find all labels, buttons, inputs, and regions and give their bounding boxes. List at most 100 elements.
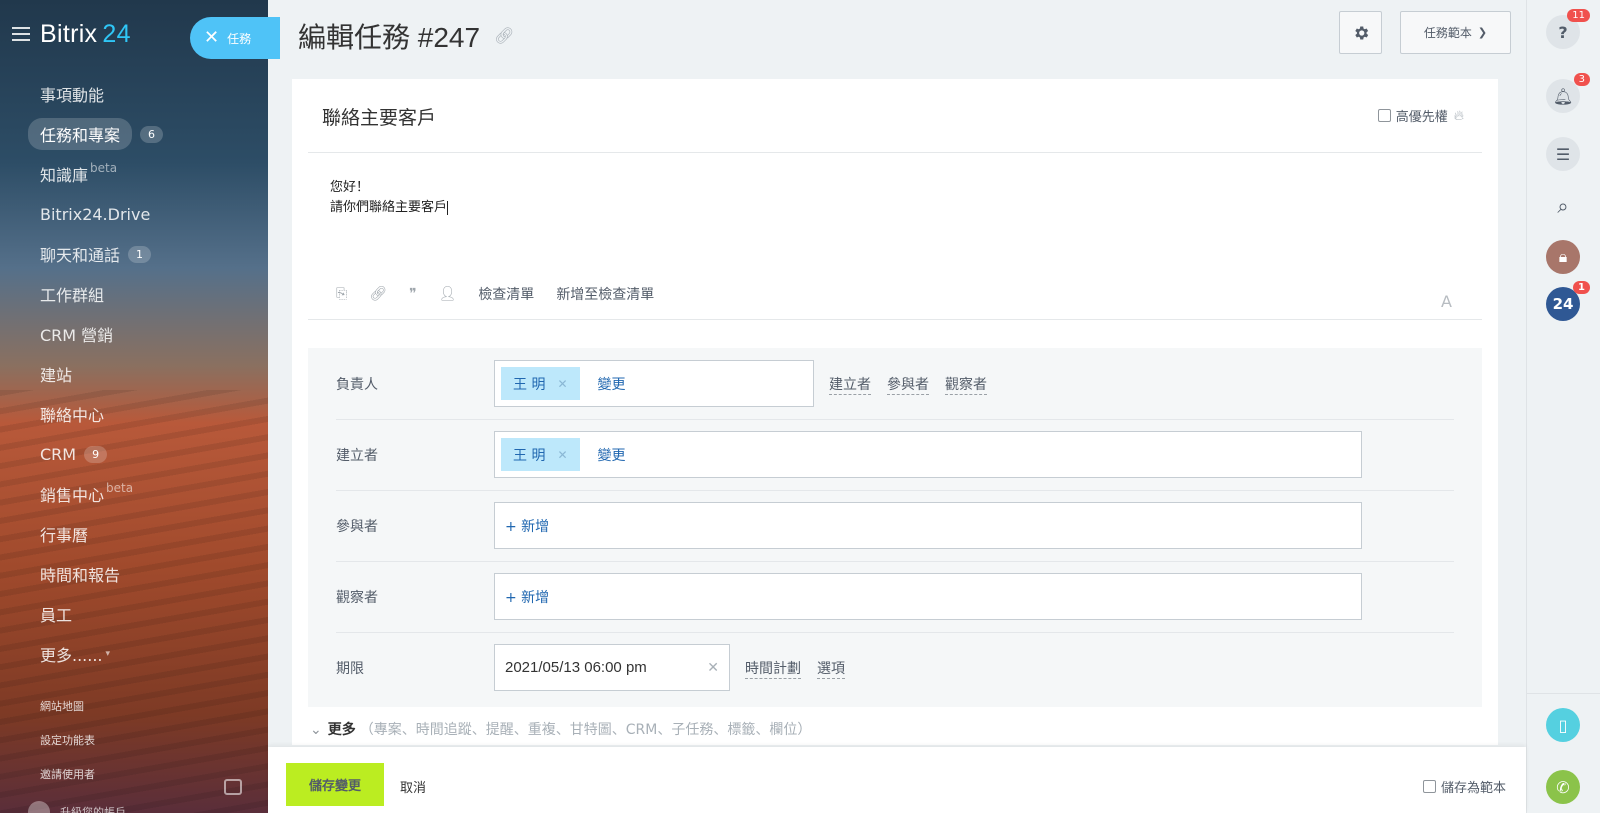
more-fields-toggle[interactable]: ⌄ 更多 （專案、時間追蹤、提醒、重複、甘特圖、CRM、子任務、標籤、欄位） (310, 719, 811, 739)
phone-icon: ✆ (1556, 777, 1570, 797)
printer-icon[interactable] (224, 779, 242, 795)
user-chip: 王 明 ✕ (501, 438, 580, 471)
sidebar-item-drive[interactable]: Bitrix24.Drive (28, 194, 258, 234)
save-as-template-checkbox[interactable] (1422, 780, 1436, 793)
link-icon[interactable]: 🔗︎ (369, 286, 387, 302)
task-template-dropdown[interactable]: 任務範本 ❯ (1400, 11, 1511, 54)
lock-icon: 🔒︎ (1558, 247, 1568, 266)
add-observer-link[interactable]: + 新增 (505, 587, 549, 607)
creator-selector[interactable]: 王 明 ✕ 變更 (494, 431, 1362, 478)
bitrix24-button[interactable]: 24 1 (1546, 281, 1590, 321)
chevron-down-icon: ⌄ (310, 722, 322, 738)
creator-label: 建立者 (336, 448, 378, 464)
phone-button[interactable]: ✆ (1546, 770, 1580, 804)
remove-user-icon[interactable]: ✕ (557, 448, 567, 462)
participants-selector[interactable]: + 新增 (494, 502, 1362, 549)
counter-badge: 9 (84, 445, 108, 463)
counter-badge: 6 (140, 125, 164, 143)
description-line: 您好！ (330, 180, 370, 195)
toolbar-divider (308, 319, 1482, 320)
upgrade-account[interactable]: 升級您的帳戶 (28, 801, 126, 813)
lock-button[interactable]: 🔒︎ (1546, 240, 1580, 274)
notifications-button[interactable]: 🔔︎ 3 (1546, 73, 1590, 113)
remove-user-icon[interactable]: ✕ (557, 377, 567, 391)
sidebar-item-knowledge-base[interactable]: 知識庫 beta (28, 154, 258, 194)
config-menu-link[interactable]: 設定功能表 (40, 732, 95, 748)
logo-row: Bitrix 24 (12, 16, 131, 52)
field-row-creator: 建立者 王 明 ✕ 變更 (336, 419, 1454, 491)
sidebar-item-contact-center[interactable]: 聯絡中心 (28, 394, 258, 434)
time-planning-link[interactable]: 時間計劃 (745, 658, 801, 679)
sidebar-item-workgroups[interactable]: 工作群組 (28, 274, 258, 314)
responsible-selector[interactable]: 王 明 ✕ 變更 (494, 360, 814, 407)
bell-icon: 🔔︎ (1552, 86, 1574, 106)
sidebar-item-crm[interactable]: CRM 9 (28, 434, 258, 474)
gear-icon (1354, 25, 1368, 40)
sidebar-item-tasks-projects[interactable]: 任務和專案 6 (28, 114, 258, 154)
show-creator-link[interactable]: 建立者 (829, 374, 871, 395)
cloud-docs-button[interactable]: ▯ (1546, 708, 1580, 742)
bitrix24-badge: 1 (1573, 281, 1590, 294)
user-chip: 王 明 ✕ (501, 367, 580, 400)
sidebar-item-time-reports[interactable]: 時間和報告 (28, 554, 258, 594)
action-footer: 儲存變更 取消 儲存為範本 (268, 747, 1526, 813)
search-icon: ⌕ (1557, 194, 1569, 218)
field-row-participants: 參與者 + 新增 (336, 490, 1454, 562)
help-button[interactable]: ? 11 (1546, 9, 1590, 49)
chat-icon: ☰ (1555, 144, 1571, 164)
change-responsible-link[interactable]: 變更 (598, 374, 626, 394)
sitemap-link[interactable]: 網站地圖 (40, 698, 84, 714)
priority-checkbox[interactable] (1377, 109, 1391, 122)
text-caret (447, 200, 449, 215)
cancel-link[interactable]: 取消 (400, 777, 426, 796)
sidebar-item-sales-center[interactable]: 銷售中心 beta (28, 474, 258, 514)
sidebar-item-crm-marketing[interactable]: CRM 營銷 (28, 314, 258, 354)
responsible-label: 負責人 (336, 377, 378, 393)
bitrix24-icon: 24 (1552, 295, 1574, 313)
save-changes-button[interactable]: 儲存變更 (286, 763, 384, 806)
change-creator-link[interactable]: 變更 (598, 445, 626, 465)
attach-file-icon[interactable]: ⎘ (336, 286, 347, 302)
clear-deadline-icon[interactable]: ✕ (707, 660, 719, 676)
sidebar-item-employees[interactable]: 員工 (28, 594, 258, 634)
sidebar-item-calendar[interactable]: 行事曆 (28, 514, 258, 554)
left-sidebar: Bitrix 24 事項動能 任務和專案 6 知識庫 beta Bitrix24.Dr… (0, 0, 268, 813)
task-title-input[interactable]: 聯絡主要客戶 (322, 103, 436, 130)
mention-user-icon[interactable]: 👤︎ (439, 286, 457, 302)
observers-label: 觀察者 (336, 590, 378, 606)
sidebar-item-activity-stream[interactable]: 事項動能 (28, 74, 258, 114)
description-editor[interactable]: 您好！ 請你們聯絡主要客戶 (330, 178, 449, 218)
sidebar-item-sites[interactable]: 建站 (28, 354, 258, 394)
rail-divider (1527, 693, 1600, 694)
text-format-icon[interactable]: A (1441, 292, 1452, 311)
sidebar-menu: 事項動能 任務和專案 6 知識庫 beta Bitrix24.Drive 聊天和通話… (28, 74, 258, 674)
counter-badge: 1 (128, 245, 152, 263)
high-priority-toggle[interactable]: 高優先權 🔥︎ (1377, 106, 1464, 125)
add-to-checklist-button[interactable]: 新增至檢查清單 (556, 284, 654, 304)
copy-link-icon[interactable]: 🔗︎ (494, 26, 514, 46)
show-observers-link[interactable]: 觀察者 (945, 374, 987, 395)
messenger-button[interactable]: ☰ (1546, 137, 1580, 171)
sidebar-item-chat-calls[interactable]: 聊天和通話 1 (28, 234, 258, 274)
close-icon: ✕ (204, 27, 220, 48)
close-tasks-slider-button[interactable]: ✕ 任務 (190, 17, 280, 59)
field-row-deadline: 期限 2021/05/13 06:00 pm ✕ 時間計劃 選項 (336, 632, 1454, 704)
options-link[interactable]: 選項 (817, 658, 845, 679)
checklist-button[interactable]: 檢查清單 (478, 284, 534, 304)
menu-burger-icon[interactable] (12, 27, 30, 41)
task-edit-card: 聯絡主要客戶 高優先權 🔥︎ 您好！ 請你們聯絡主要客戶 ⎘ 🔗︎ ❞ 👤︎ 檢… (292, 79, 1498, 745)
flame-icon: 🔥︎ (1453, 107, 1464, 124)
search-button[interactable]: ⌕ (1546, 189, 1580, 223)
settings-button[interactable] (1339, 11, 1382, 54)
add-participant-link[interactable]: + 新增 (505, 516, 549, 536)
sidebar-item-more[interactable]: 更多...... ▾ (28, 634, 258, 674)
show-participants-link[interactable]: 參與者 (887, 374, 929, 395)
deadline-input[interactable]: 2021/05/13 06:00 pm ✕ (494, 644, 730, 691)
quote-icon[interactable]: ❞ (409, 286, 417, 302)
app-root: Bitrix 24 事項動能 任務和專案 6 知識庫 beta Bitrix24.Dr… (0, 0, 1600, 813)
bitrix-logo[interactable]: Bitrix 24 (40, 20, 131, 49)
observers-selector[interactable]: + 新增 (494, 573, 1362, 620)
save-as-template-toggle[interactable]: 儲存為範本 (1422, 777, 1506, 796)
invite-users-link[interactable]: 邀請使用者 (40, 766, 95, 782)
title-divider (308, 152, 1482, 153)
